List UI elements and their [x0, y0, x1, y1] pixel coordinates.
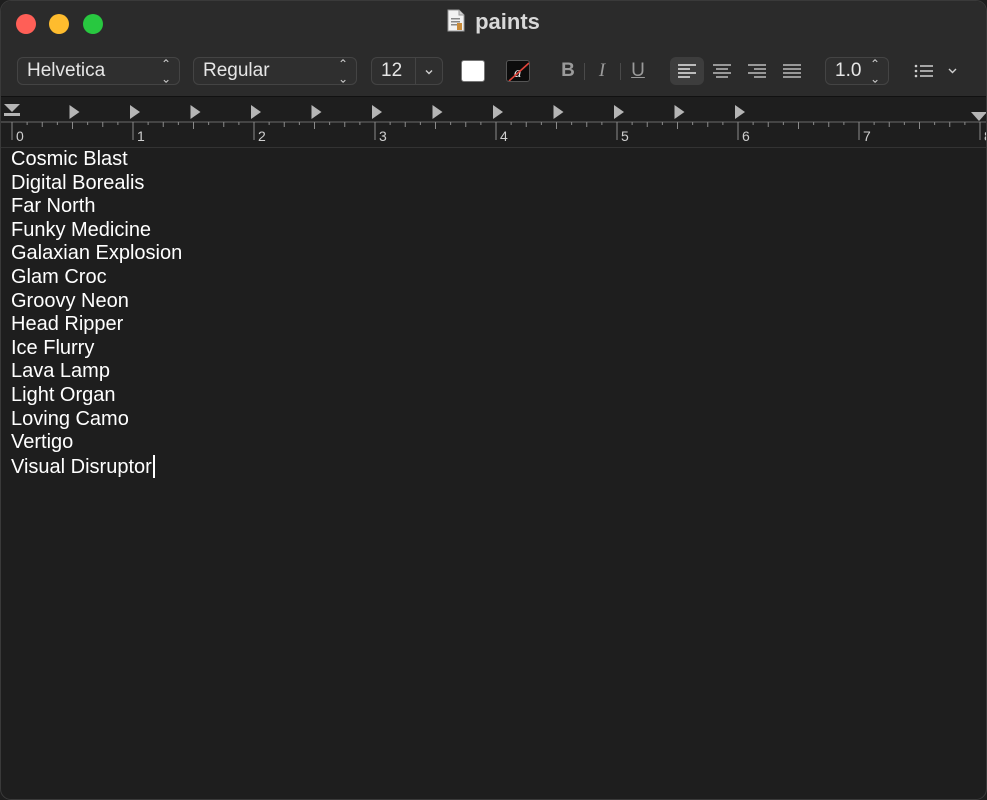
up-down-chevron-icon: ⌃ ⌃	[160, 57, 171, 86]
document-line: Glam Croc	[11, 265, 107, 288]
tab-stop-marker	[190, 105, 201, 119]
title-and-toolbar: paints Helvetica ⌃⌃ Regular ⌃⌃ 12 a B I …	[1, 1, 986, 97]
text-cursor	[152, 454, 155, 478]
line-spacing-value: 1.0	[835, 60, 862, 81]
bold-button[interactable]: B	[553, 57, 583, 85]
justify-button[interactable]	[775, 57, 809, 85]
tab-stop-marker	[735, 105, 745, 119]
divider	[584, 63, 585, 80]
ruler-label: 8	[984, 128, 986, 144]
document-text-area[interactable]: Cosmic Blast Digital Borealis Far North Fun…	[11, 148, 971, 479]
document-line: Visual Disruptor	[11, 454, 971, 480]
document-line: Cosmic Blast	[11, 148, 128, 170]
ruler-label: 5	[621, 128, 629, 144]
document-line: Digital Borealis	[11, 171, 145, 194]
font-style-value: Regular	[203, 60, 270, 81]
font-size-combo[interactable]: 12	[371, 57, 443, 85]
right-margin-marker	[971, 112, 986, 121]
tab-stop-marker	[553, 105, 564, 119]
bulleted-list-icon	[914, 64, 957, 78]
chevron-down-icon[interactable]	[415, 58, 442, 84]
font-family-value: Helvetica	[27, 60, 106, 81]
document-line: Ice Flurry	[11, 336, 95, 359]
text-color-well[interactable]	[461, 60, 485, 82]
tab-stop-marker	[372, 105, 382, 119]
underline-button[interactable]: U	[623, 57, 653, 85]
tab-stop-marker	[311, 105, 322, 119]
tab-stop-marker	[493, 105, 503, 119]
tab-stop-marker	[69, 105, 80, 119]
document-line: Head Ripper	[11, 313, 124, 336]
ruler-label: 3	[379, 128, 387, 144]
align-center-icon	[713, 64, 731, 78]
up-down-chevron-icon: ⌃ ⌃	[869, 57, 880, 86]
tab-stop-marker	[432, 105, 443, 119]
first-line-indent-marker	[4, 104, 20, 112]
window-title: paints	[1, 9, 986, 35]
ruler-label: 2	[258, 128, 266, 144]
line-spacing-select[interactable]: 1.0 ⌃ ⌃	[825, 57, 889, 85]
align-right-button[interactable]	[740, 57, 774, 85]
window-title-text: paints	[475, 9, 540, 34]
ruler-label: 4	[500, 128, 508, 144]
tab-stop-marker	[130, 105, 140, 119]
ruler-label: 7	[863, 128, 871, 144]
document-line: Galaxian Explosion	[11, 242, 183, 265]
document-line: Lava Lamp	[11, 360, 110, 383]
ruler-label: 0	[16, 128, 24, 144]
textedit-window: paints Helvetica ⌃⌃ Regular ⌃⌃ 12 a B I …	[0, 0, 987, 800]
italic-button[interactable]: I	[587, 57, 617, 85]
divider	[620, 63, 621, 80]
document-line: Loving Camo	[11, 407, 129, 430]
document-line: Groovy Neon	[11, 289, 129, 312]
no-color-slash-icon: a	[508, 62, 529, 81]
ruler-scale: 0 1 2 3 4 5 6 7 8	[1, 104, 986, 144]
document-line: Funky Medicine	[11, 218, 152, 241]
align-right-icon	[748, 64, 766, 78]
font-size-value: 12	[381, 60, 403, 81]
font-style-select[interactable]: Regular ⌃ ⌃	[193, 57, 357, 85]
align-left-button[interactable]	[670, 57, 704, 85]
background-color-well[interactable]: a	[506, 60, 530, 82]
up-down-chevron-icon: ⌃ ⌃	[337, 57, 348, 86]
document-line: Vertigo	[11, 431, 74, 454]
font-family-select[interactable]: Helvetica ⌃ ⌃	[17, 57, 180, 85]
chevron-down-icon	[948, 68, 957, 74]
align-center-button[interactable]	[705, 57, 739, 85]
tab-stop-marker	[614, 105, 624, 119]
align-left-icon	[678, 64, 696, 78]
tab-stop-marker	[251, 105, 261, 119]
tab-stop-marker	[674, 105, 685, 119]
list-style-button[interactable]	[907, 57, 963, 85]
text-document-icon	[447, 9, 465, 32]
ruler-label: 6	[742, 128, 750, 144]
document-line: Far North	[11, 195, 96, 218]
justify-icon	[783, 64, 801, 78]
document-line: Light Organ	[11, 383, 116, 406]
ruler[interactable]: 0 1 2 3 4 5 6 7 8	[1, 97, 986, 148]
ruler-label: 1	[137, 128, 145, 144]
left-indent-marker	[4, 113, 20, 116]
